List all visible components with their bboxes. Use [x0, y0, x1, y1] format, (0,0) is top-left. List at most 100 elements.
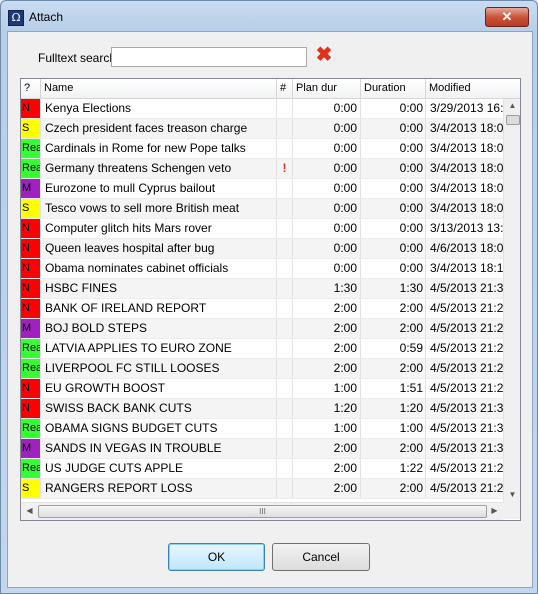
plan-dur-cell: 1:20	[293, 399, 361, 418]
flag-cell	[277, 339, 293, 358]
modified-cell: 3/4/2013 18:06:	[430, 141, 503, 155]
duration-cell: 0:00	[361, 199, 426, 218]
flag-cell	[277, 259, 293, 278]
name-cell: Cardinals in Rome for new Pope talks	[41, 139, 277, 158]
table-row[interactable]: NEU GROWTH BOOST 1:001:51 4/5/2013 21:28:	[21, 379, 503, 399]
table-row[interactable]: Rea OBAMA SIGNS BUDGET CUTS 1:00 1:00 4/5/20…	[21, 419, 503, 439]
name-cell: Germany threatens Schengen veto	[41, 159, 277, 178]
duration-cell: 0:00	[361, 239, 426, 258]
table-row[interactable]: Rea LATVIA APPLIES TO EURO ZONE 2:00 0:59 4/…	[21, 339, 503, 359]
scroll-down-icon[interactable]: ▼	[504, 488, 520, 502]
duration-cell: 1:20	[361, 399, 426, 418]
flag-cell	[277, 319, 293, 338]
name-cell: Czech president faces treason charge	[41, 119, 277, 138]
title-bar[interactable]: Ω Attach ✕	[1, 1, 537, 31]
duration-cell: 0:00	[361, 159, 426, 178]
flag-cell	[277, 239, 293, 258]
vertical-scrollbar[interactable]: ▲ ▼	[503, 99, 520, 502]
table-row[interactable]: Rea Germany threatens Schengen veto! 0:00 0…	[21, 159, 503, 179]
modified-cell: 3/4/2013 18:12:	[430, 261, 503, 275]
name-cell: OBAMA SIGNS BUDGET CUTS	[41, 419, 277, 438]
modified-cell: 4/5/2013 21:29:	[430, 461, 503, 475]
table-row[interactable]: N SWISS BACK BANK CUTS 1:20 1:20 4/5/2013 21…	[21, 399, 503, 419]
table-row[interactable]: N Obama nominates cabinet officials 0:00 0:…	[21, 259, 503, 279]
table-row[interactable]: NHSBC FINES 1:301:30 4/5/2013 21:30:	[21, 279, 503, 299]
table-row[interactable]: Rea Cardinals in Rome for new Pope talks 0…	[21, 139, 503, 159]
duration-cell: 2:00	[361, 299, 426, 318]
flag-cell	[277, 399, 293, 418]
plan-dur-cell: 2:00	[293, 459, 361, 478]
scroll-up-icon[interactable]: ▲	[504, 99, 520, 113]
column-header-status[interactable]: ?	[21, 79, 41, 98]
dialog-title: Attach	[29, 10, 64, 24]
plan-dur-cell: 2:00	[293, 439, 361, 458]
plan-dur-cell: 0:00	[293, 259, 361, 278]
clear-search-icon[interactable]: ✖	[315, 45, 333, 65]
table-row[interactable]: S Czech president faces treason charge 0:0…	[21, 119, 503, 139]
table-row[interactable]: N Queen leaves hospital after bug 0:00 0:00…	[21, 239, 503, 259]
app-omega-icon: Ω	[8, 10, 24, 26]
scroll-right-icon[interactable]: ▶	[486, 504, 503, 518]
table-row[interactable]: S Tesco vows to sell more British meat 0:0…	[21, 199, 503, 219]
cancel-button[interactable]: Cancel	[272, 543, 370, 571]
dialog-body: Fulltext search: ✖ ? Name # Plan dur Dur…	[7, 31, 533, 588]
horizontal-scroll-thumb[interactable]: III	[38, 505, 487, 518]
ok-button[interactable]: OK	[168, 543, 265, 571]
plan-dur-cell: 1:00	[293, 419, 361, 438]
duration-cell: 1:22	[361, 459, 426, 478]
table-row[interactable]: N BANK OF IRELAND REPORT 2:00 2:00 4/5/2013 …	[21, 299, 503, 319]
column-header-plan-dur[interactable]: Plan dur	[293, 79, 361, 98]
table-row[interactable]: M Eurozone to mull Cyprus bailout 0:00 0:00…	[21, 179, 503, 199]
name-cell: HSBC FINES	[41, 279, 277, 298]
duration-cell: 0:59	[361, 339, 426, 358]
modified-cell: 4/5/2013 21:29:	[430, 301, 503, 315]
flag-cell	[277, 439, 293, 458]
vertical-scroll-thumb[interactable]	[506, 115, 520, 125]
name-cell: US JUDGE CUTS APPLE	[41, 459, 277, 478]
horizontal-scrollbar[interactable]: ◀ III ▶	[21, 502, 503, 520]
duration-cell: 0:00	[361, 259, 426, 278]
fulltext-search-input[interactable]	[111, 47, 307, 67]
column-header-flag[interactable]: #	[277, 79, 293, 98]
close-button[interactable]: ✕	[485, 7, 529, 27]
plan-dur-cell: 2:00	[293, 479, 361, 498]
duration-cell: 0:00	[361, 139, 426, 158]
duration-cell: 1:51	[361, 379, 426, 398]
status-cell: S	[21, 479, 41, 498]
status-cell: Rea	[21, 359, 41, 378]
column-header-duration[interactable]: Duration	[361, 79, 426, 98]
column-header-modified[interactable]: Modified	[426, 79, 520, 98]
scroll-left-icon[interactable]: ◀	[21, 504, 38, 518]
table-row[interactable]: Rea US JUDGE CUTS APPLE 2:00 1:22 4/5/2013 2…	[21, 459, 503, 479]
table-row[interactable]: Rea LIVERPOOL FC STILL LOOSES 2:00 2:00 4/5/…	[21, 359, 503, 379]
flag-cell	[277, 359, 293, 378]
modified-cell: 4/5/2013 21:28:	[430, 381, 503, 395]
modified-cell: 3/29/2013 16:24:	[430, 101, 503, 115]
table-row[interactable]: S RANGERS REPORT LOSS 2:00 2:00 4/5/2013 21:…	[21, 479, 503, 499]
plan-dur-cell: 0:00	[293, 179, 361, 198]
table-row[interactable]: N Computer glitch hits Mars rover 0:00 0:00…	[21, 219, 503, 239]
flag-cell	[277, 279, 293, 298]
table-row[interactable]: NKenya Elections 0:000:00 3/29/2013 16:24:	[21, 99, 503, 119]
modified-cell: 4/5/2013 21:30:	[430, 421, 503, 435]
modified-cell: 4/5/2013 21:29:	[430, 481, 503, 495]
modified-cell: 4/5/2013 21:30:	[430, 441, 503, 455]
flag-cell	[277, 479, 293, 498]
modified-cell: 4/5/2013 21:28:	[430, 361, 503, 375]
status-cell: M	[21, 179, 41, 198]
modified-cell: 4/5/2013 21:28:	[430, 341, 503, 355]
modified-cell: 4/5/2013 21:30:	[430, 401, 503, 415]
table-row[interactable]: M SANDS IN VEGAS IN TROUBLE 2:00 2:00 4/5/20…	[21, 439, 503, 459]
status-cell: Rea	[21, 459, 41, 478]
column-header-name[interactable]: Name	[41, 79, 277, 98]
name-cell: LATVIA APPLIES TO EURO ZONE	[41, 339, 277, 358]
plan-dur-cell: 0:00	[293, 99, 361, 118]
name-cell: SWISS BACK BANK CUTS	[41, 399, 277, 418]
plan-dur-cell: 0:00	[293, 219, 361, 238]
modified-cell: 4/5/2013 21:29:	[430, 321, 503, 335]
modified-cell: 3/4/2013 18:08:	[430, 201, 503, 215]
modified-cell: 3/4/2013 18:06:	[430, 181, 503, 195]
status-cell: N	[21, 379, 41, 398]
status-cell: N	[21, 219, 41, 238]
table-row[interactable]: MBOJ BOLD STEPS 2:002:00 4/5/2013 21:29:	[21, 319, 503, 339]
